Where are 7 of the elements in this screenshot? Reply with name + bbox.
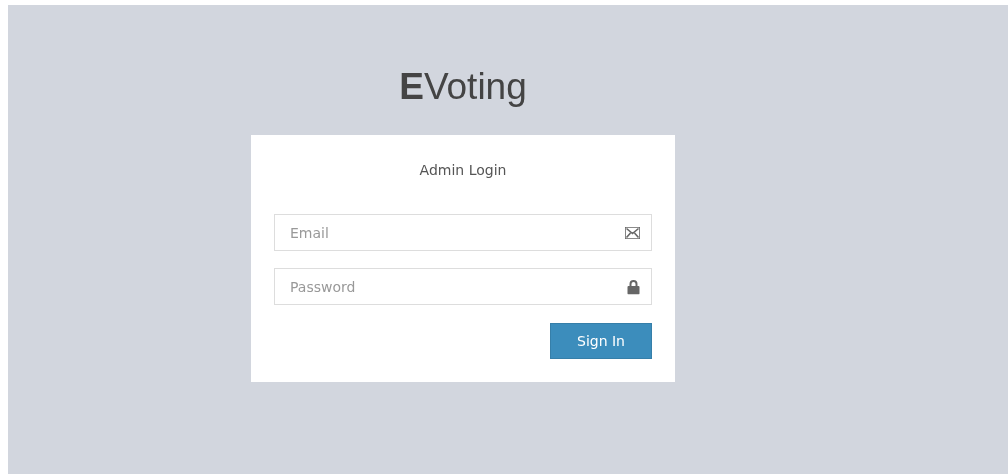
password-field[interactable]: Password: [274, 268, 652, 305]
app-logo: EVoting: [399, 65, 527, 109]
lock-icon: [627, 279, 640, 294]
mail-icon: [625, 226, 640, 239]
login-title: Admin Login: [419, 161, 507, 180]
email-field[interactable]: Email: [274, 214, 652, 251]
sign-in-button[interactable]: Sign In: [550, 323, 652, 359]
